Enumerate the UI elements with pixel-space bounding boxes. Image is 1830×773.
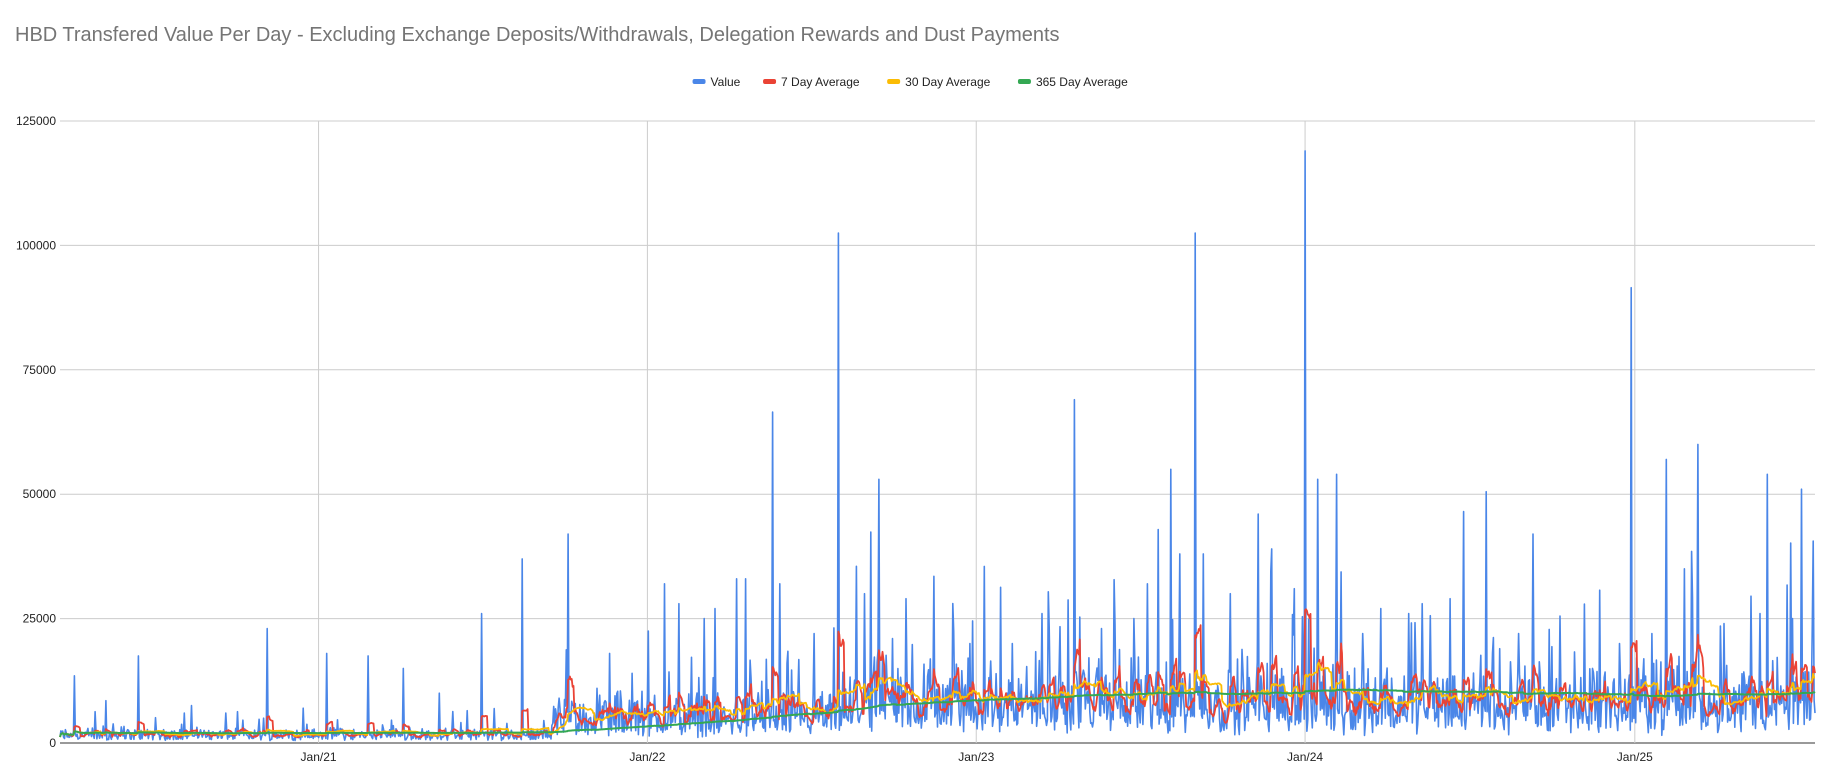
y-tick-label: 50000 <box>23 487 57 501</box>
x-tick-label: Jan/21 <box>301 750 337 764</box>
x-tick-label: Jan/22 <box>629 750 665 764</box>
legend: Value 7 Day Average 30 Day Average 365 Day … <box>692 75 1128 89</box>
legend-label: 365 Day Average <box>1036 75 1128 89</box>
x-tick-label: Jan/25 <box>1617 750 1653 764</box>
legend-label: 7 Day Average <box>781 75 860 89</box>
legend-item: 365 Day Average <box>1017 75 1128 89</box>
legend-swatch <box>1017 79 1031 84</box>
legend-label: 30 Day Average <box>905 75 990 89</box>
y-tick-label: 75000 <box>23 363 57 377</box>
y-tick-label: 100000 <box>16 238 56 252</box>
y-tick-label: 125000 <box>16 114 56 128</box>
x-tick-label: Jan/24 <box>1287 750 1323 764</box>
chart-canvas: 0 25000 50000 75000 100000 125000 Jan/21 Jan/22… <box>16 75 1816 764</box>
legend-swatch <box>692 79 706 84</box>
legend-item: 7 Day Average <box>763 75 860 89</box>
legend-item: Value <box>692 75 741 89</box>
legend-swatch <box>887 79 901 84</box>
x-tick-label: Jan/23 <box>958 750 994 764</box>
legend-label: Value <box>711 75 741 89</box>
legend-swatch <box>763 79 777 84</box>
legend-item: 30 Day Average <box>887 75 991 89</box>
y-tick-label: 25000 <box>23 612 57 626</box>
chart-container: HBD Transfered Value Per Day - Excluding… <box>0 0 1830 773</box>
series-line-value <box>59 150 1816 742</box>
y-tick-label: 0 <box>49 736 56 750</box>
